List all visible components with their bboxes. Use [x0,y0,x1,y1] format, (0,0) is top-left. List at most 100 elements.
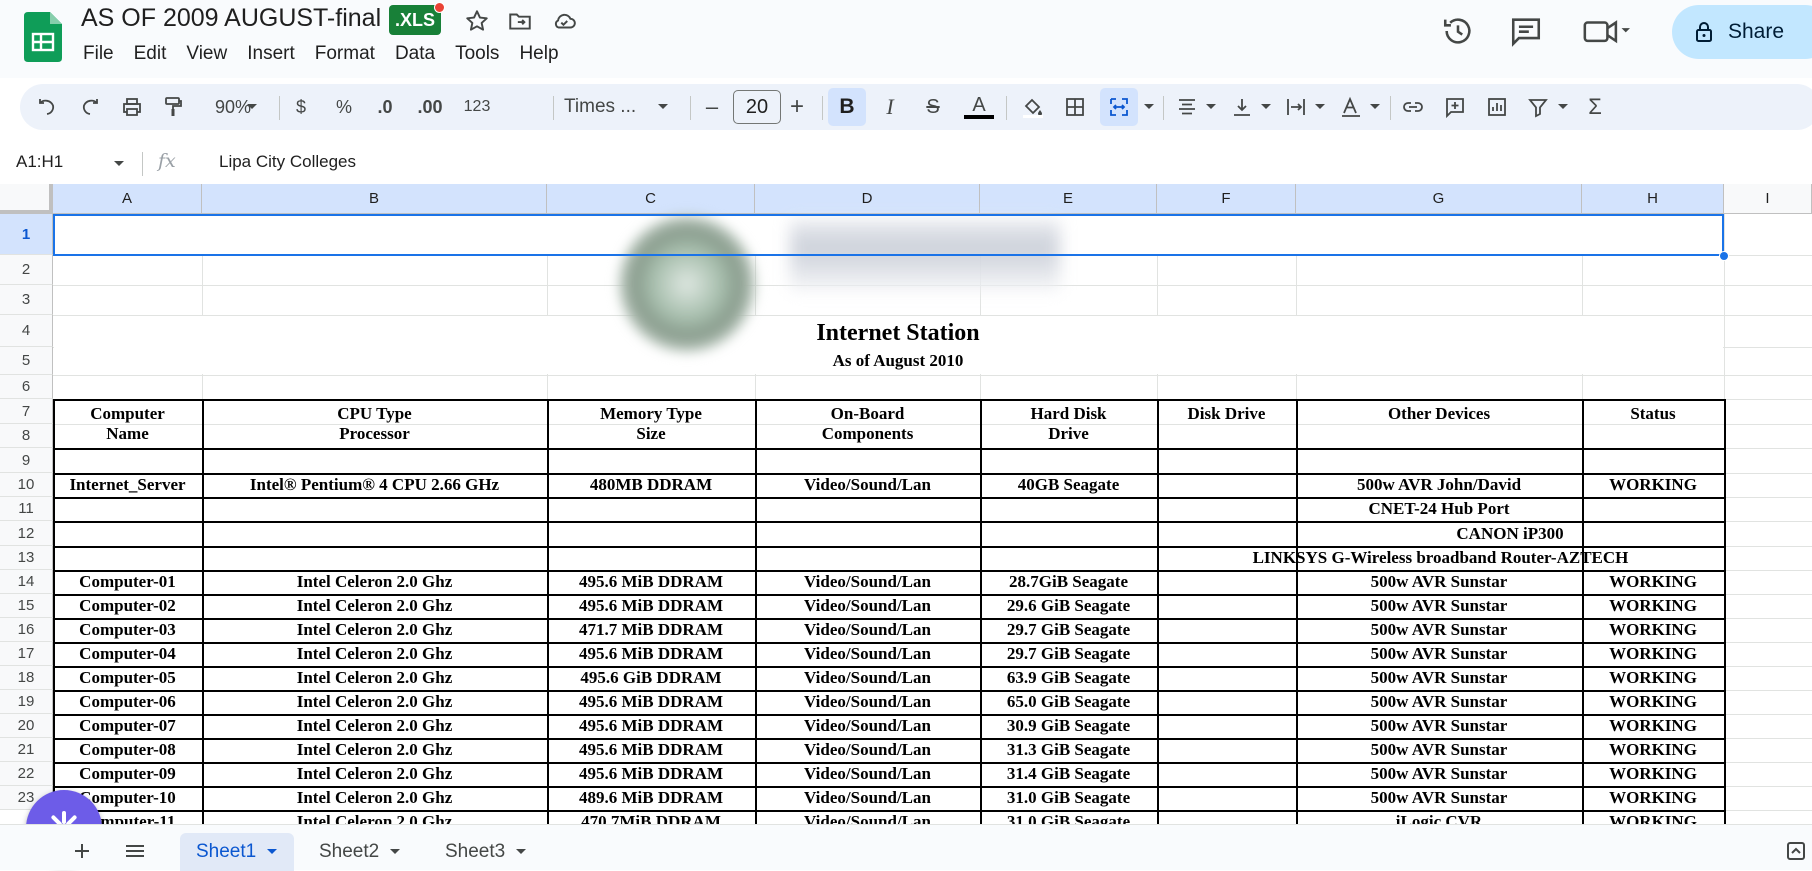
bold-button[interactable]: B [828,88,866,126]
paint-format-button[interactable] [158,84,188,130]
row-header-12[interactable]: 12 [0,521,53,546]
currency-format-button[interactable]: $ [286,84,316,130]
row-header-6[interactable]: 6 [0,375,53,399]
align-caret-icon[interactable] [1205,103,1217,111]
borders-button[interactable] [1060,84,1090,130]
filter-caret-icon[interactable] [1557,103,1569,111]
row-header-8[interactable]: 8 [0,424,53,448]
menu-file[interactable]: File [73,42,124,66]
row-header-14[interactable]: 14 [0,570,53,594]
move-folder-icon[interactable] [507,8,533,34]
percent-format-button[interactable]: % [329,84,359,130]
wrap-caret-icon[interactable] [1314,103,1326,111]
sheet-tab-3[interactable]: Sheet3 [429,833,543,871]
document-title[interactable]: AS OF 2009 AUGUST-final [81,4,381,33]
share-button[interactable]: Share [1672,5,1812,59]
menu-format[interactable]: Format [305,42,385,66]
column-header-h[interactable]: H [1582,184,1724,214]
text-rotation-button[interactable] [1336,84,1366,130]
text-wrapping-button[interactable] [1281,84,1311,130]
column-header-f[interactable]: F [1157,184,1296,214]
column-header-a[interactable]: A [53,184,202,214]
italic-button[interactable]: I [875,84,905,130]
meet-video-icon[interactable] [1582,14,1630,48]
explore-icon[interactable] [1786,841,1806,861]
row-header-21[interactable]: 21 [0,738,53,762]
valign-caret-icon[interactable] [1260,103,1272,111]
row-header-17[interactable]: 17 [0,642,53,666]
row-header-1[interactable]: 1 [0,214,53,255]
column-header-g[interactable]: G [1296,184,1582,214]
font-caret-icon[interactable] [657,103,669,111]
menu-tools[interactable]: Tools [445,42,509,66]
text-color-button[interactable]: A [962,84,996,130]
name-box[interactable]: A1:H1 [16,152,63,172]
name-box-caret-icon[interactable] [113,160,125,168]
cloud-saved-icon[interactable] [551,8,577,34]
version-history-icon[interactable] [1441,14,1475,48]
insert-link-button[interactable] [1398,84,1428,130]
table-border [1724,399,1726,824]
filter-button[interactable] [1523,84,1553,130]
menu-insert[interactable]: Insert [237,42,305,66]
row-header-9[interactable]: 9 [0,448,53,473]
comments-icon[interactable] [1509,14,1543,48]
insert-chart-button[interactable] [1482,84,1512,130]
menu-edit[interactable]: Edit [124,42,177,66]
sheet-tab-label: Sheet1 [196,841,257,862]
rotation-caret-icon[interactable] [1369,103,1381,111]
row-header-18[interactable]: 18 [0,666,53,690]
decrease-font-size-button[interactable]: – [697,84,727,130]
merge-cells-button[interactable] [1100,88,1138,126]
merge-caret-icon[interactable] [1143,103,1155,111]
number-format-button[interactable]: 123 [457,84,497,130]
row-header-11[interactable]: 11 [0,497,53,521]
formula-input[interactable]: Lipa City Colleges [219,152,356,172]
column-header-e[interactable]: E [980,184,1157,214]
row-header-3[interactable]: 3 [0,285,53,315]
horizontal-align-button[interactable] [1172,84,1202,130]
vertical-align-button[interactable] [1227,84,1257,130]
column-header-d[interactable]: D [755,184,980,214]
row-header-5[interactable]: 5 [0,347,53,375]
row-header-20[interactable]: 20 [0,714,53,738]
zoom-caret-icon[interactable] [246,103,258,111]
sheet-tab-2[interactable]: Sheet2 [303,833,417,871]
font-family-select[interactable]: Times ... [564,84,652,130]
menu-data[interactable]: Data [385,42,445,66]
select-all-corner[interactable] [0,184,53,214]
row-header-13[interactable]: 13 [0,546,53,570]
column-header-c[interactable]: C [547,184,755,214]
functions-button[interactable]: Σ [1580,84,1610,130]
menu-help[interactable]: Help [509,42,568,66]
fill-color-button[interactable] [1016,84,1050,130]
spreadsheet-grid[interactable]: A B C D E F G H I 1 2 3 4 5 6 7 8 9 10 11 12 13 14 15 16 17 18 19 20… [0,184,1812,824]
menu-view[interactable]: View [176,42,237,66]
font-size-input[interactable]: 20 [733,90,781,124]
file-type-badge[interactable]: .XLS [389,2,446,35]
row-header-16[interactable]: 16 [0,618,53,642]
row-header-22[interactable]: 22 [0,762,53,786]
add-sheet-icon[interactable] [72,841,92,861]
row-header-2[interactable]: 2 [0,255,53,285]
row-header-19[interactable]: 19 [0,690,53,714]
column-header-b[interactable]: B [202,184,547,214]
row-header-15[interactable]: 15 [0,594,53,618]
row-header-7[interactable]: 7 [0,399,53,424]
print-button[interactable] [117,84,147,130]
sheet-tab-1[interactable]: Sheet1 [180,833,295,871]
row-header-10[interactable]: 10 [0,473,53,497]
redo-button[interactable] [75,84,105,130]
row-header-4[interactable]: 4 [0,315,53,347]
increase-decimal-button[interactable]: .00 [412,84,448,130]
undo-button[interactable] [32,84,62,130]
selection-fill-handle[interactable] [1719,251,1729,261]
sheets-logo-icon[interactable] [24,12,62,62]
decrease-decimal-button[interactable]: .0 [367,84,403,130]
strikethrough-button[interactable]: S [918,84,948,130]
insert-comment-button[interactable] [1440,84,1470,130]
increase-font-size-button[interactable]: + [782,84,812,130]
all-sheets-icon[interactable] [124,841,146,861]
column-header-i[interactable]: I [1724,184,1812,214]
star-icon[interactable] [464,8,490,34]
